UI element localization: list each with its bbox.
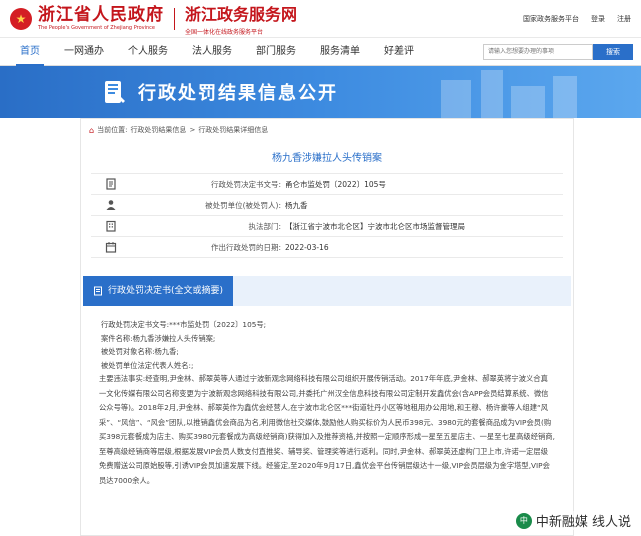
book-icon (105, 81, 125, 103)
search-button[interactable]: 搜索 (593, 43, 633, 60)
banner-decoration-icon (441, 70, 577, 118)
calendar-icon (91, 241, 131, 253)
search-input[interactable] (483, 43, 593, 60)
info-value: 【浙江省宁波市北仑区】宁波市北仑区市场监督管理局 (285, 221, 465, 231)
nav-item-service-list[interactable]: 服务清单 (308, 38, 372, 66)
breadcrumb-prefix: 当前位置: (97, 126, 128, 134)
top-links: 国家政务服务平台 登录 注册 (523, 14, 631, 24)
banner-title: 行政处罚结果信息公开 (138, 83, 338, 104)
nav-item-legal-person[interactable]: 法人服务 (180, 38, 244, 66)
register-link[interactable]: 注册 (617, 14, 631, 24)
watermark-text: 中新融媒 线人说 (535, 515, 631, 530)
meta-line: 行政处罚决定书文号:***市监处罚〔2022〕105号; (101, 320, 267, 329)
breadcrumb: ⌂ 当前位置: 行政处罚结果信息 > 行政处罚结果详细信息 (81, 119, 573, 141)
tab-decision-full-text[interactable]: 行政处罚决定书(全文或摘要) (83, 276, 234, 306)
national-emblem-icon: ★ (10, 7, 32, 30)
site-name-en: The People's Government of Zhejiang Prov… (38, 24, 155, 31)
decision-text: 主要违法事实:经查明,尹金林、郝翠英等人通过宁波新观念网络科技有限公司组织开展传… (99, 374, 555, 485)
breadcrumb-item-current: 行政处罚结果详细信息 (198, 126, 269, 134)
info-label: 被处罚单位(被处罚人): (205, 200, 281, 210)
site-name: 浙江省人民政府 (38, 4, 164, 25)
meta-line: 被处罚单位法定代表人姓名:; (101, 360, 194, 370)
nav-item-one-stop[interactable]: 一网通办 (52, 38, 116, 66)
tab-label: 行政处罚决定书(全文或摘要) (108, 286, 224, 296)
service-name: 浙江政务服务网 (185, 5, 298, 24)
main-nav: 首页 一网通办 个人服务 法人服务 部门服务 服务清单 好差评 搜索 (0, 38, 641, 66)
service-logo[interactable]: 浙江政务服务网 全国一体化在线政务服务平台 (185, 1, 297, 36)
info-table: 行政处罚决定书文号: 甬仑市监处罚〔2022〕105号 被处罚单位(被处罚人):… (91, 173, 563, 258)
logo-divider (174, 7, 175, 30)
media-logo-icon: 中 (515, 512, 532, 529)
top-header: ★ 浙江省人民政府 The People's Government of Zhe… (0, 0, 641, 38)
person-icon (91, 199, 131, 211)
decision-body: 行政处罚决定书文号:***市监处罚〔2022〕105号; 案件名称:杨九香涉嫌拉… (81, 306, 573, 488)
info-row: 被处罚单位(被处罚人): 杨九香 (91, 195, 563, 216)
info-value: 2022-03-16 (285, 242, 329, 252)
info-label: 行政处罚决定书文号: (210, 179, 281, 189)
detail-panel: ⌂ 当前位置: 行政处罚结果信息 > 行政处罚结果详细信息 杨九香涉嫌拉人头传销… (80, 118, 574, 536)
nav-item-home[interactable]: 首页 (8, 38, 52, 66)
page-banner: 行政处罚结果信息公开 (0, 66, 641, 118)
page-title: 杨九香涉嫌拉人头传销案 (272, 153, 382, 164)
breadcrumb-item-list[interactable]: 行政处罚结果信息 (130, 125, 186, 135)
meta-line: 被处罚对象名称:杨九香; (101, 347, 179, 356)
info-row: 执法部门: 【浙江省宁波市北仑区】宁波市北仑区市场监督管理局 (91, 216, 563, 237)
nav-item-personal[interactable]: 个人服务 (116, 38, 180, 66)
info-row: 行政处罚决定书文号: 甬仑市监处罚〔2022〕105号 (91, 174, 563, 195)
nav-item-department[interactable]: 部门服务 (244, 38, 308, 66)
nav-item-rating[interactable]: 好差评 (372, 38, 426, 66)
document-icon (91, 178, 131, 190)
decision-section-header: 行政处罚决定书(全文或摘要) (83, 276, 571, 306)
service-subtitle: 全国一体化在线政务服务平台 (185, 29, 264, 36)
document-icon (94, 286, 102, 296)
info-value: 杨九香 (285, 200, 308, 210)
site-logo[interactable]: 浙江省人民政府 The People's Government of Zheji… (38, 4, 164, 31)
login-link[interactable]: 登录 (591, 14, 605, 24)
info-label: 作出行政处罚的日期: (210, 242, 281, 252)
home-icon: ⌂ (89, 125, 95, 135)
building-icon (91, 220, 131, 232)
search-box: 搜索 (483, 43, 633, 60)
decision-meta: 行政处罚决定书文号:***市监处罚〔2022〕105号; 案件名称:杨九香涉嫌拉… (99, 318, 555, 372)
info-value: 甬仑市监处罚〔2022〕105号 (285, 179, 386, 189)
watermark: 中 中新融媒 线人说 (515, 511, 631, 530)
info-row: 作出行政处罚的日期: 2022-03-16 (91, 237, 563, 258)
national-platform-link[interactable]: 国家政务服务平台 (523, 14, 579, 24)
breadcrumb-separator: > (189, 126, 196, 134)
meta-line: 案件名称:杨九香涉嫌拉人头传销案; (101, 333, 216, 343)
info-label: 执法部门: (248, 221, 281, 231)
